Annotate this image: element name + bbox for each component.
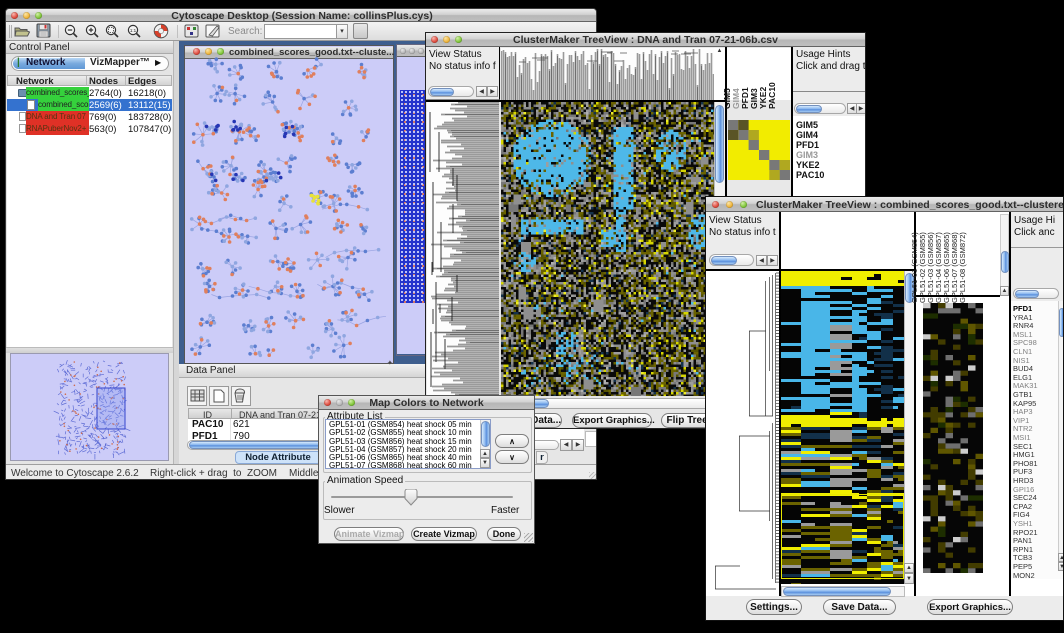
- svg-text:1:1: 1:1: [130, 28, 137, 33]
